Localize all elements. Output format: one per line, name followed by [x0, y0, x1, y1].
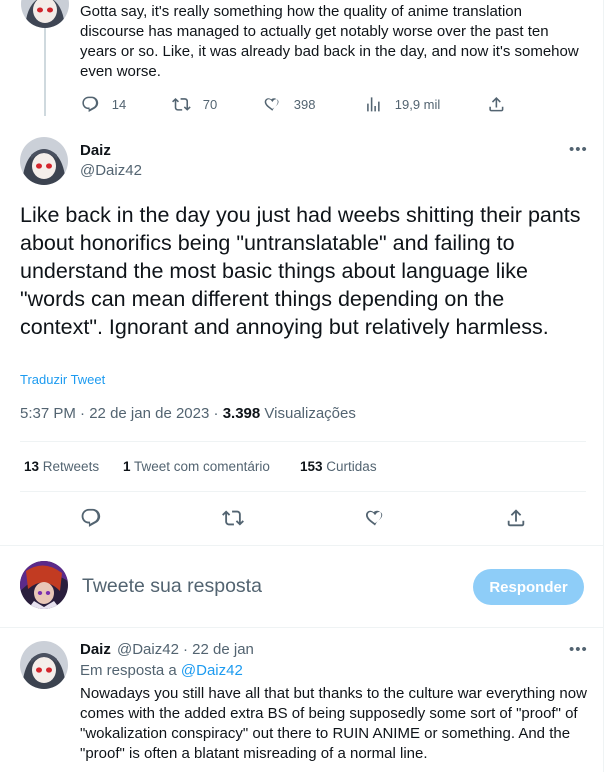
quotes-stat[interactable]: 1 Tweet com comentário	[123, 459, 270, 474]
avatar[interactable]	[20, 641, 68, 689]
reply-icon	[81, 508, 101, 527]
tweet-text: Like back in the day you just had weebs …	[20, 203, 581, 339]
author-handle[interactable]: @Daiz42	[80, 162, 142, 179]
views-icon	[367, 97, 380, 112]
share-icon	[489, 97, 504, 112]
reply-count: 14	[111, 96, 127, 112]
share-action[interactable]	[487, 95, 506, 114]
views-total: 3.398	[222, 405, 261, 422]
tweet-time[interactable]: 5:37 PM	[20, 405, 76, 422]
retweet-action[interactable]: 70	[172, 95, 217, 114]
divider	[20, 441, 586, 442]
reply-submit-button[interactable]: Responder	[473, 569, 584, 605]
like-icon	[365, 510, 383, 526]
tweet-date[interactable]: · 22 de jan	[183, 641, 254, 658]
author-handle[interactable]: @Daiz42	[117, 641, 179, 658]
author-name[interactable]: Daiz	[80, 142, 111, 159]
divider	[0, 545, 604, 546]
tweet-text: Nowadays you still have all that but tha…	[80, 685, 587, 762]
retweets-stat[interactable]: 13 Retweets	[24, 459, 99, 474]
reply-icon	[82, 96, 99, 112]
views-count: 19,9 mil	[394, 96, 441, 112]
like-button[interactable]	[364, 507, 386, 529]
author-name[interactable]: Daiz	[80, 641, 111, 658]
reply-input[interactable]: Tweete sua resposta	[82, 575, 262, 598]
retweet-count: 70	[202, 96, 218, 112]
retweet-button[interactable]	[222, 507, 244, 529]
translate-tweet-link[interactable]: Traduzir Tweet	[20, 372, 105, 387]
tweet-timestamp: 5:37 PM · 22 de jan de 2023 · 3.398 Visu…	[20, 405, 356, 422]
divider	[20, 491, 586, 492]
more-options-icon[interactable]: •••	[569, 141, 588, 158]
tweet-date[interactable]: 22 de jan de 2023	[89, 405, 209, 422]
replying-to-link[interactable]: @Daiz42	[181, 662, 243, 679]
views-action[interactable]: 19,9 mil	[364, 95, 440, 114]
divider	[0, 627, 604, 628]
like-action[interactable]: 398	[263, 95, 315, 114]
retweet-icon	[172, 98, 191, 111]
more-options-icon[interactable]: •••	[569, 641, 588, 658]
tweet-thread: Gotta say, it's really something how the…	[0, 0, 604, 772]
views-label: Visualizações	[264, 405, 356, 422]
likes-stat[interactable]: 153 Curtidas	[300, 459, 377, 474]
share-icon	[507, 509, 525, 527]
avatar[interactable]	[20, 561, 68, 609]
reply-button[interactable]	[80, 507, 102, 529]
retweet-icon	[222, 510, 244, 526]
reply-action[interactable]: 14	[81, 95, 126, 114]
previous-tweet-text: Gotta say, it's really something how the…	[80, 3, 579, 80]
like-count: 398	[293, 96, 316, 112]
avatar[interactable]	[21, 0, 69, 28]
like-icon	[264, 98, 279, 111]
avatar[interactable]	[20, 137, 68, 185]
share-button[interactable]	[505, 507, 527, 529]
replying-to: Em resposta a @Daiz42	[80, 662, 243, 679]
